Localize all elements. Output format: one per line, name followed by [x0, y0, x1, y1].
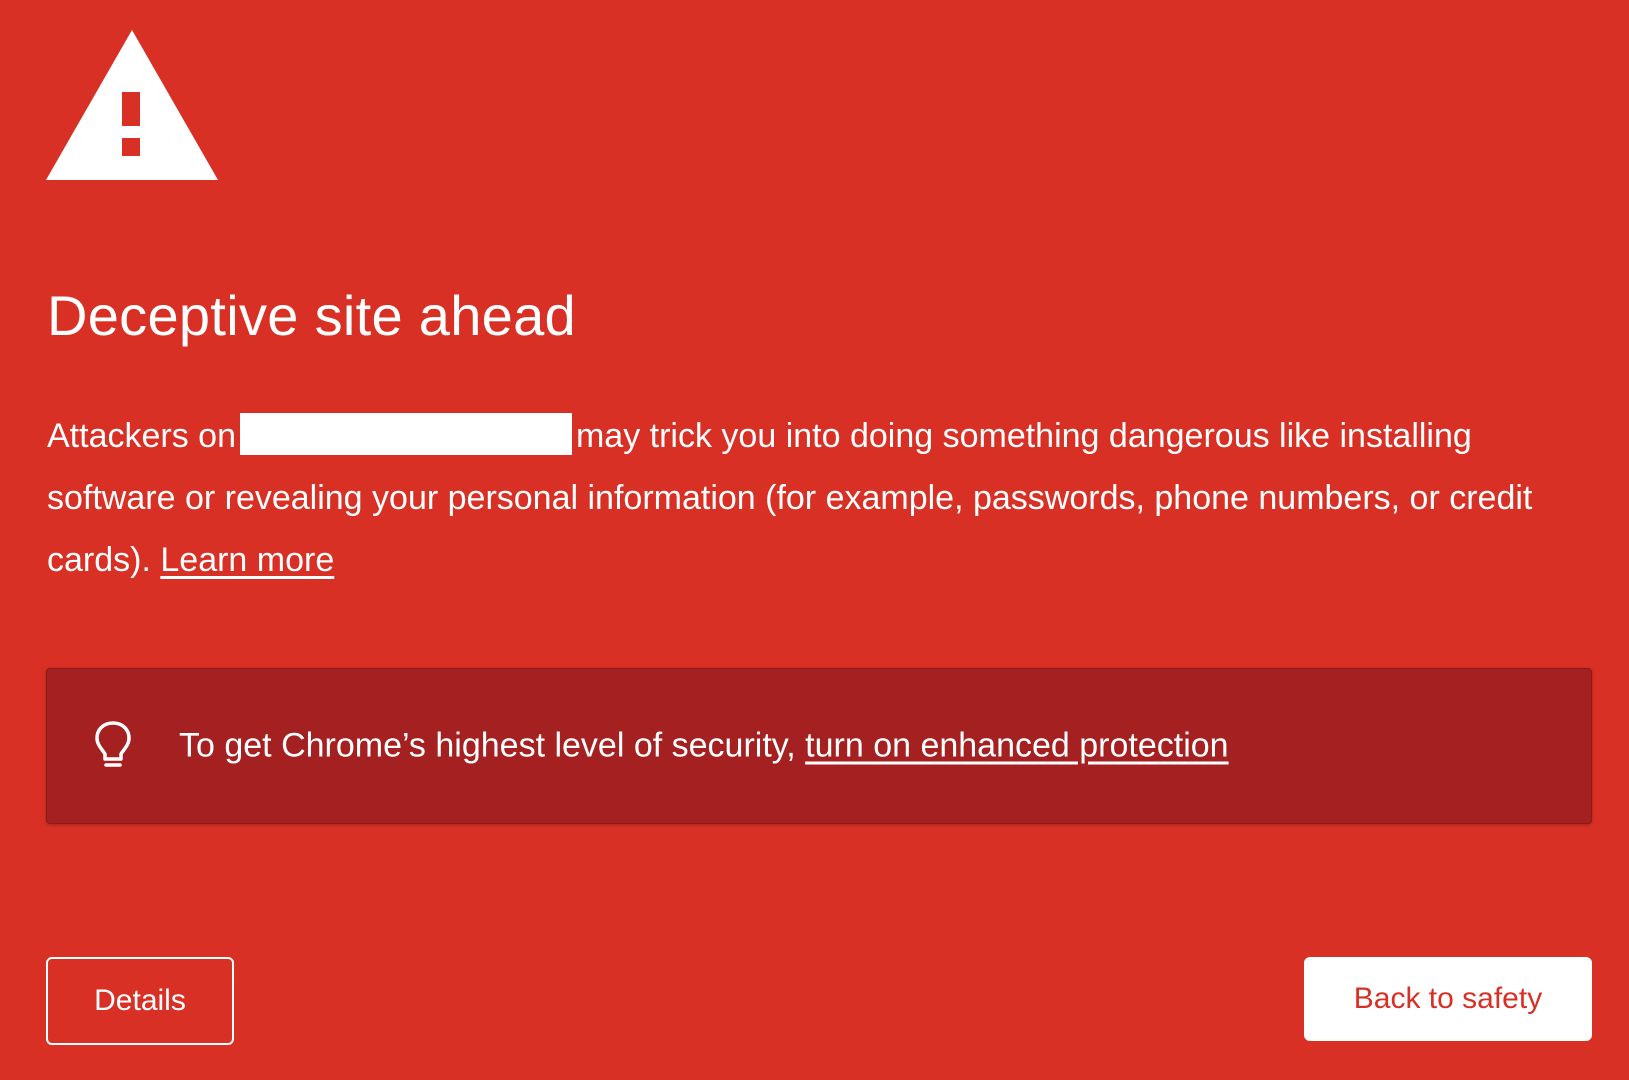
description-prefix: Attackers on: [47, 417, 236, 455]
enhanced-protection-tip: To get Chrome’s highest level of securit…: [46, 668, 1592, 824]
warning-triangle-icon: [46, 30, 218, 180]
warning-description: Attackers on may trick you into doing som…: [47, 405, 1587, 591]
learn-more-link[interactable]: Learn more: [160, 541, 334, 579]
tip-text: To get Chrome’s highest level of securit…: [179, 727, 1229, 766]
enhanced-protection-link[interactable]: turn on enhanced protection: [805, 727, 1228, 765]
redacted-site-name: [239, 413, 572, 455]
page-title: Deceptive site ahead: [47, 284, 577, 347]
details-button[interactable]: Details: [46, 957, 234, 1045]
lightbulb-icon: [95, 721, 131, 767]
tip-message: To get Chrome’s highest level of securit…: [179, 726, 796, 765]
interstitial-page: Deceptive site ahead Attackers on may tri…: [0, 0, 1629, 1080]
back-to-safety-button[interactable]: Back to safety: [1304, 957, 1592, 1041]
